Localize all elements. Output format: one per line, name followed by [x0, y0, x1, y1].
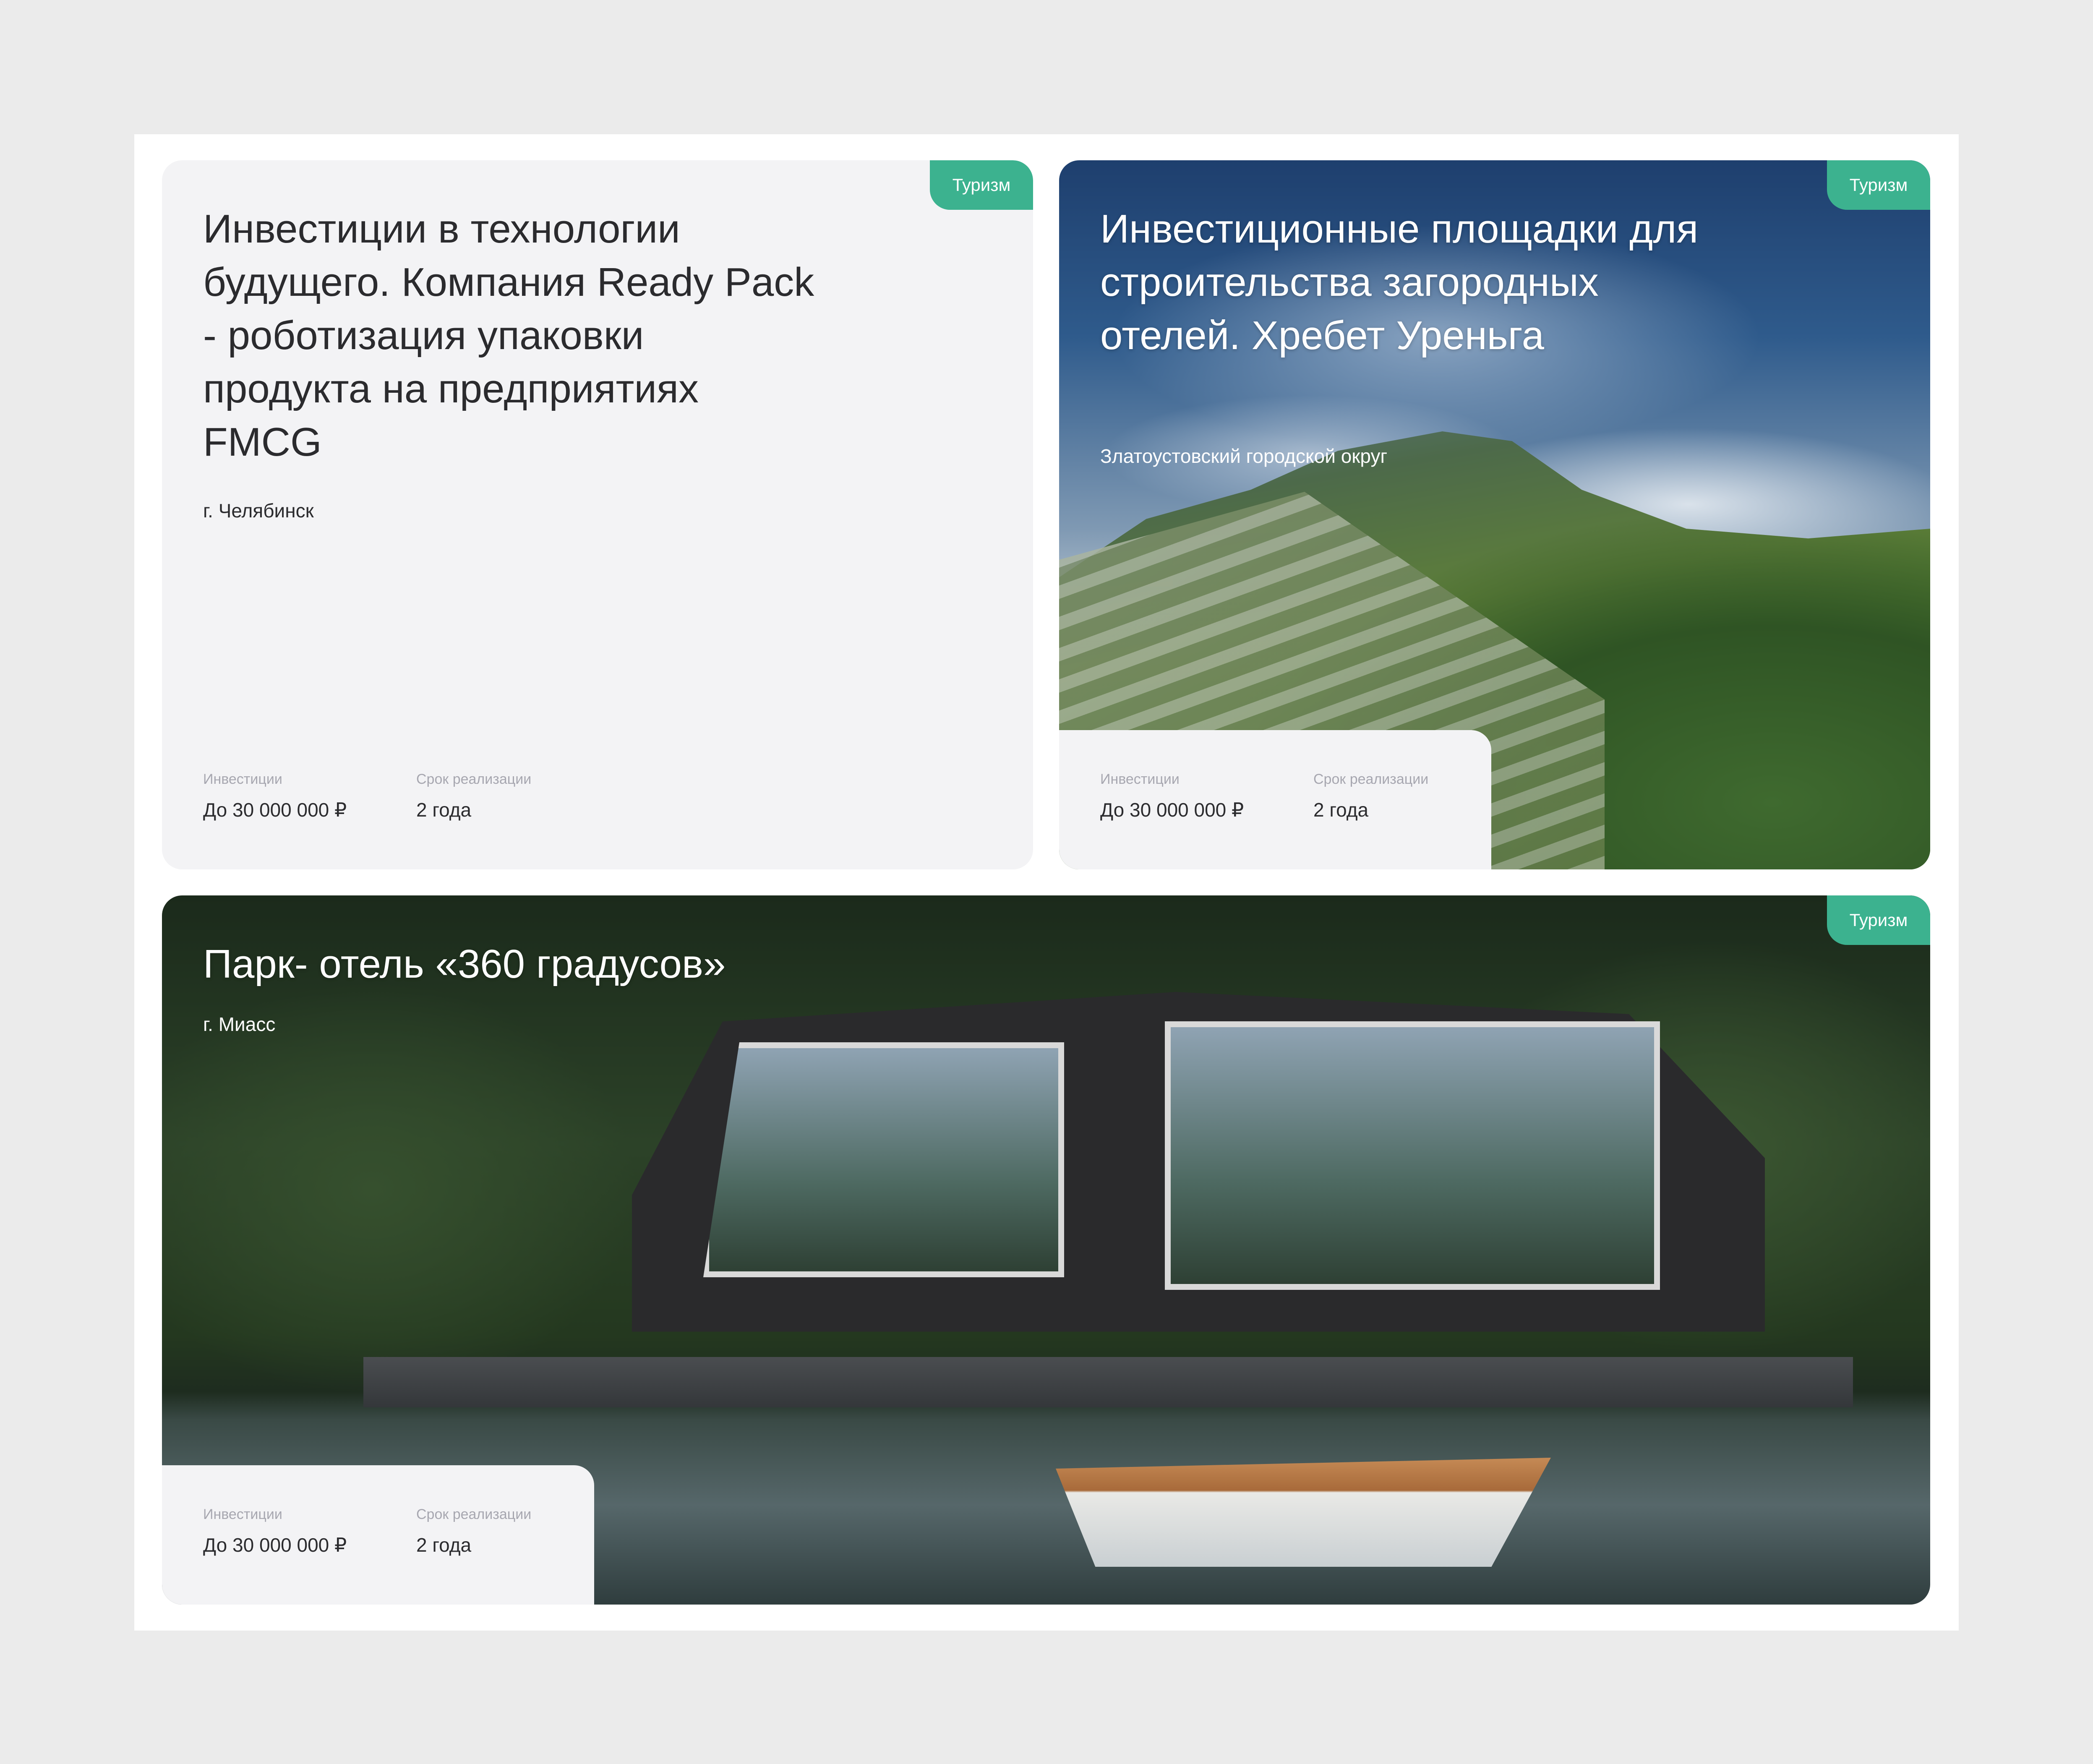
wooden-deck — [363, 1357, 1853, 1407]
term-label: Срок реализации — [416, 1506, 532, 1522]
term-value: 2 года — [416, 1534, 472, 1556]
investments-label: Инвестиции — [203, 1506, 282, 1522]
project-stats: Инвестиции До 30 000 000 ₽ Срок реализац… — [1059, 730, 1491, 869]
term-stat: Срок реализации 2 года — [1313, 771, 1428, 821]
project-card-ready-pack[interactable]: Туризм Инвестиции в технологии будущего.… — [162, 160, 1033, 869]
category-tag[interactable]: Туризм — [1827, 895, 1930, 945]
term-stat: Срок реализации 2 года — [416, 771, 531, 821]
projects-panel: Туризм Инвестиции в технологии будущего.… — [134, 134, 1959, 1631]
project-location: г. Челябинск — [203, 500, 314, 522]
investments-label: Инвестиции — [203, 771, 282, 787]
term-stat: Срок реализации 2 года — [416, 1506, 531, 1556]
category-tag[interactable]: Туризм — [1827, 160, 1930, 210]
house-window-left — [703, 1042, 1064, 1277]
term-value: 2 года — [1313, 799, 1369, 821]
project-stats: Инвестиции До 30 000 000 ₽ Срок реализац… — [162, 1465, 594, 1605]
project-card-urenga-ridge[interactable]: Туризм Инвестиционные площадки для строи… — [1059, 160, 1930, 869]
project-card-park-hotel-360[interactable]: Туризм Парк- отель «360 градусов» г. Миа… — [162, 895, 1930, 1605]
category-tag[interactable]: Туризм — [930, 160, 1033, 210]
investments-stat: Инвестиции До 30 000 000 ₽ — [1100, 771, 1244, 821]
project-title: Инвестиционные площадки для строительств… — [1100, 206, 1699, 358]
project-title: Парк- отель «360 градусов» — [203, 942, 726, 986]
project-title: Инвестиции в технологии будущего. Компан… — [203, 206, 814, 464]
project-stats: Инвестиции До 30 000 000 ₽ Срок реализац… — [162, 730, 594, 869]
project-location: г. Миасс — [203, 1013, 276, 1035]
investments-stat: Инвестиции До 30 000 000 ₽ — [203, 771, 347, 821]
term-value: 2 года — [416, 799, 472, 821]
project-location: Златоустовский городской округ — [1100, 445, 1388, 467]
investments-value: До 30 000 000 ₽ — [203, 1534, 347, 1556]
house-window-right — [1165, 1021, 1660, 1290]
rowing-boat — [1056, 1458, 1551, 1567]
term-label: Срок реализации — [1313, 771, 1429, 787]
investments-stat: Инвестиции До 30 000 000 ₽ — [203, 1506, 347, 1556]
investments-value: До 30 000 000 ₽ — [1100, 799, 1244, 821]
investments-value: До 30 000 000 ₽ — [203, 799, 347, 821]
term-label: Срок реализации — [416, 771, 532, 787]
investments-label: Инвестиции — [1100, 771, 1180, 787]
